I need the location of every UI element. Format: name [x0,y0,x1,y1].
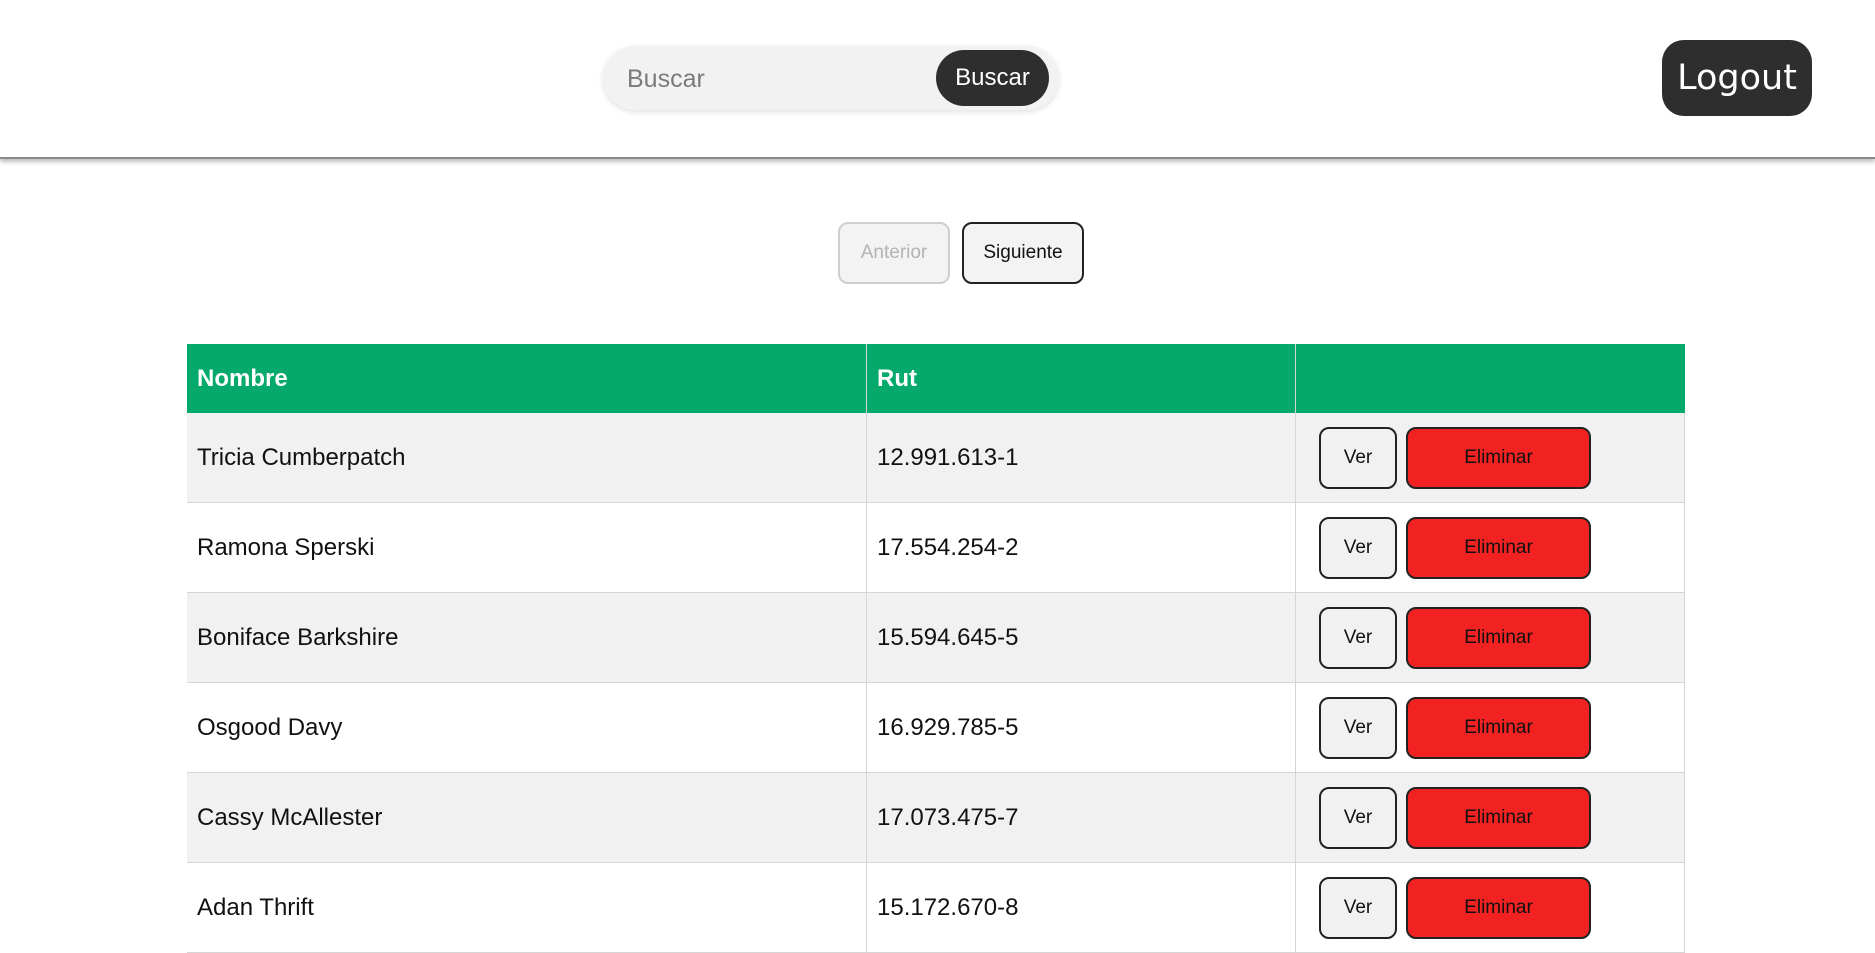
users-table: Nombre Rut Tricia Cumberpatch 12.991.613… [187,344,1685,953]
table-row: Boniface Barkshire 15.594.645-5 Ver Elimi… [187,592,1685,683]
view-button[interactable]: Ver [1319,426,1397,489]
view-button[interactable]: Ver [1319,696,1397,759]
previous-page-button[interactable]: Anterior [838,222,950,284]
cell-nombre: Cassy McAllester [187,772,867,863]
column-header-nombre: Nombre [187,344,867,413]
table-header-row: Nombre Rut [187,344,1685,413]
view-button[interactable]: Ver [1319,786,1397,849]
table-row: Tricia Cumberpatch 12.991.613-1 Ver Elimi… [187,413,1685,503]
view-button[interactable]: Ver [1319,606,1397,669]
table-row: Osgood Davy 16.929.785-5 Ver Eliminar [187,682,1685,773]
cell-nombre: Osgood Davy [187,682,867,773]
delete-button[interactable]: Eliminar [1406,696,1591,759]
next-page-button[interactable]: Siguiente [962,222,1084,284]
cell-actions: Ver Eliminar [1295,413,1685,503]
cell-rut: 15.172.670-8 [866,862,1296,953]
table-row: Adan Thrift 15.172.670-8 Ver Eliminar [187,862,1685,953]
cell-rut: 17.554.254-2 [866,502,1296,593]
cell-nombre: Ramona Sperski [187,502,867,593]
table-row: Cassy McAllester 17.073.475-7 Ver Elimina… [187,772,1685,863]
cell-nombre: Boniface Barkshire [187,592,867,683]
delete-button[interactable]: Eliminar [1406,516,1591,579]
logout-button[interactable]: Logout [1662,40,1812,116]
top-header: Buscar Logout [0,0,1875,159]
cell-nombre: Tricia Cumberpatch [187,413,867,503]
delete-button[interactable]: Eliminar [1406,606,1591,669]
table-row: Ramona Sperski 17.554.254-2 Ver Eliminar [187,502,1685,593]
cell-actions: Ver Eliminar [1295,502,1685,593]
cell-actions: Ver Eliminar [1295,592,1685,683]
cell-actions: Ver Eliminar [1295,772,1685,863]
cell-rut: 17.073.475-7 [866,772,1296,863]
column-header-actions [1295,344,1685,413]
view-button[interactable]: Ver [1319,876,1397,939]
search-bar: Buscar [603,46,1059,110]
delete-button[interactable]: Eliminar [1406,876,1591,939]
cell-rut: 12.991.613-1 [866,413,1296,503]
pagination: Anterior Siguiente [838,222,1084,284]
cell-rut: 15.594.645-5 [866,592,1296,683]
search-input[interactable] [625,56,929,102]
cell-actions: Ver Eliminar [1295,862,1685,953]
cell-rut: 16.929.785-5 [866,682,1296,773]
view-button[interactable]: Ver [1319,516,1397,579]
delete-button[interactable]: Eliminar [1406,786,1591,849]
search-button[interactable]: Buscar [936,50,1049,106]
cell-actions: Ver Eliminar [1295,682,1685,773]
cell-nombre: Adan Thrift [187,862,867,953]
delete-button[interactable]: Eliminar [1406,426,1591,489]
column-header-rut: Rut [866,344,1296,413]
